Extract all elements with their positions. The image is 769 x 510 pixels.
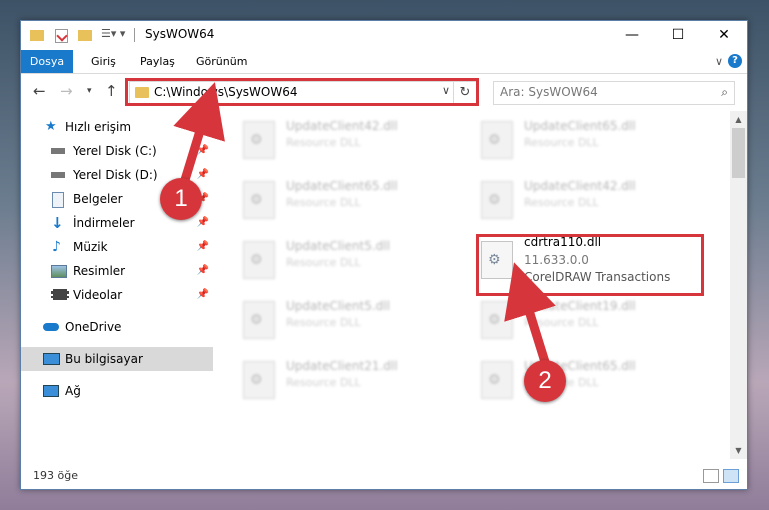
callout-badge-1: 1 [160, 178, 202, 220]
callout-badge-2: 2 [524, 360, 566, 402]
annotation-arrows [173, 82, 556, 367]
arrow-2 [504, 262, 556, 367]
arrow-1 [173, 82, 225, 185]
